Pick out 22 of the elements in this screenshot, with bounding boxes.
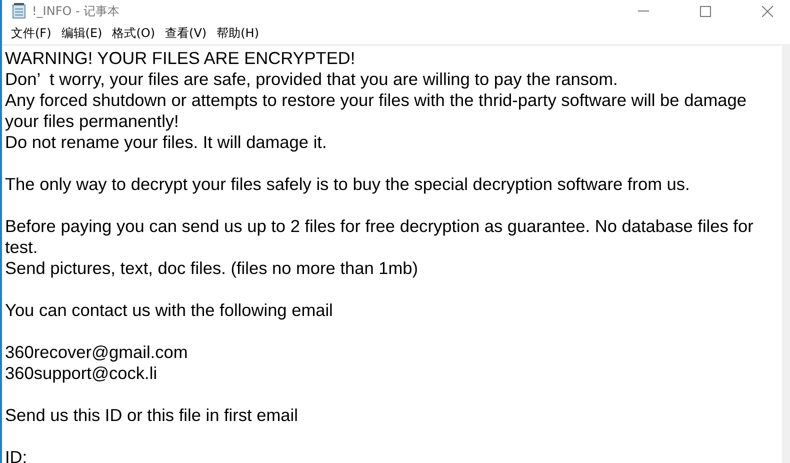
text-line: The only way to decrypt your files safely is to buy the special decryption software from us. (5, 174, 691, 195)
maximize-icon (700, 6, 710, 16)
text-line: WARNING! YOUR FILES ARE ENCRYPTED! (5, 48, 356, 69)
menu-item[interactable]: 格式(O) (109, 24, 162, 42)
menu-item[interactable]: 帮助(H) (214, 24, 266, 42)
text-line: Send pictures, text, doc files. (files no more than 1mb) (5, 258, 420, 279)
text-line: Any forced shutdown or attempts to restore your files with the thrid-party software will be damage your files permanently! (5, 90, 748, 132)
menu-item[interactable]: 查看(V) (162, 24, 214, 42)
text-line: ID: (5, 447, 28, 463)
close-icon (762, 6, 772, 16)
notepad-icon (12, 3, 26, 19)
minimize-icon (638, 10, 648, 12)
text-line: 360recover@gmail.com (5, 342, 189, 363)
menu-item[interactable]: 文件(F) (8, 24, 58, 42)
text-line: Do not rename your files. It will damage it. (5, 132, 328, 153)
window-title: !_INFO - 记事本 (32, 3, 120, 20)
text-line: You can contact us with the following email (5, 300, 334, 321)
text-line: Send us this ID or this file in first email (5, 405, 299, 426)
menu-item[interactable]: 编辑(E) (58, 24, 110, 42)
text-line: 360support@cock.li (5, 363, 158, 384)
text-line: Don’ t worry, your files are safe, provided that you are willing to pay the ransom. (5, 69, 619, 90)
text-line: Before paying you can send us up to 2 files for free decryption as guarantee. No database files for test. (5, 216, 754, 258)
